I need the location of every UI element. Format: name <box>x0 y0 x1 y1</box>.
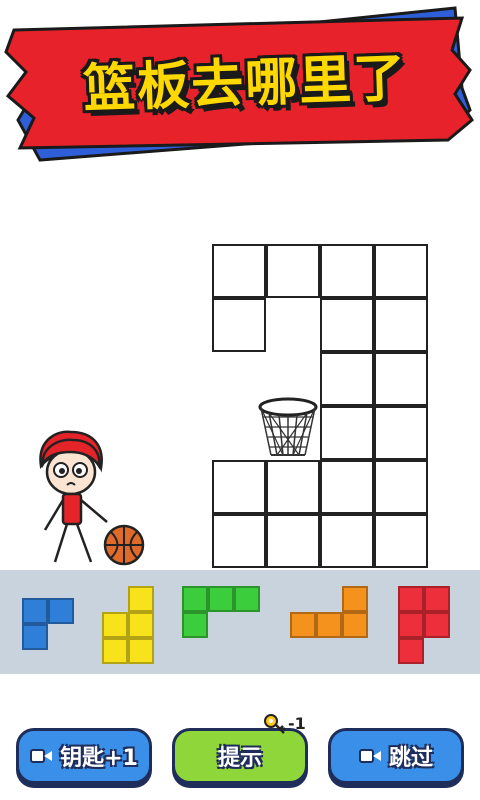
green-piece[interactable] <box>182 586 262 640</box>
grid-cell[interactable] <box>374 352 428 406</box>
grid-cell[interactable] <box>320 514 374 568</box>
hint-button[interactable]: 提示 <box>172 728 308 784</box>
grid-cell[interactable] <box>320 298 374 352</box>
red-piece[interactable] <box>398 586 452 666</box>
video-icon <box>30 747 53 765</box>
grid-cell[interactable] <box>212 244 266 298</box>
basketball-hoop <box>258 397 318 456</box>
yellow-piece[interactable] <box>102 586 156 666</box>
hint-cost: -1 <box>288 714 306 733</box>
grid-cell[interactable] <box>374 406 428 460</box>
grid-cell[interactable] <box>374 460 428 514</box>
grid-cell[interactable] <box>266 460 320 514</box>
grid-cell[interactable] <box>320 406 374 460</box>
key-icon <box>264 714 286 734</box>
grid-cell[interactable] <box>212 298 266 352</box>
hint-label: 提示 <box>217 746 262 771</box>
grid-cell[interactable] <box>374 514 428 568</box>
grid-cell[interactable] <box>320 460 374 514</box>
grid-cell[interactable] <box>212 460 266 514</box>
grid-cell[interactable] <box>374 298 428 352</box>
blue-piece[interactable] <box>22 598 76 652</box>
skip-label: 跳过 <box>388 746 433 771</box>
grid-cell[interactable] <box>320 244 374 298</box>
video-icon <box>358 747 381 765</box>
grid-cell[interactable] <box>320 352 374 406</box>
grid-cell[interactable] <box>266 514 320 568</box>
get-key-label: 钥匙+1 <box>60 746 138 771</box>
orange-piece[interactable] <box>290 586 370 640</box>
skip-button[interactable]: 跳过 <box>328 728 464 784</box>
grid-cell[interactable] <box>266 244 320 298</box>
grid-cell[interactable] <box>374 244 428 298</box>
pieces-tray <box>0 570 480 674</box>
basketball <box>103 524 145 566</box>
grid-cell[interactable] <box>212 514 266 568</box>
get-key-button[interactable]: 钥匙+1 <box>16 728 152 784</box>
